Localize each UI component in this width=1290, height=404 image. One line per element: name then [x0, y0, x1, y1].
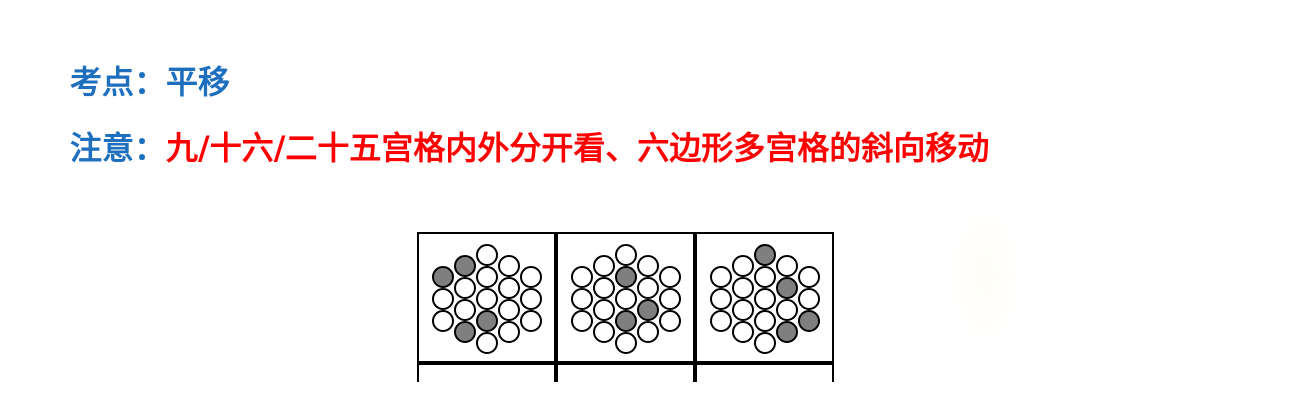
shaded-circle: [776, 321, 798, 343]
hex-cluster-2: [571, 244, 681, 354]
empty-circle: [732, 321, 754, 343]
empty-circle: [498, 277, 520, 299]
empty-circle: [732, 255, 754, 277]
shaded-circle: [776, 277, 798, 299]
empty-circle: [637, 255, 659, 277]
empty-circle: [498, 299, 520, 321]
empty-circle: [659, 266, 681, 288]
hex-cluster-1: [432, 244, 542, 354]
shaded-circle: [454, 321, 476, 343]
empty-circle: [798, 266, 820, 288]
empty-circle: [476, 332, 498, 354]
empty-circle: [520, 310, 542, 332]
puzzle-panel-4: [417, 363, 556, 382]
note-label: 注意：: [70, 129, 167, 167]
empty-circle: [476, 266, 498, 288]
empty-circle: [593, 277, 615, 299]
empty-circle: [615, 244, 637, 266]
shaded-circle: [432, 266, 454, 288]
empty-circle: [520, 288, 542, 310]
empty-circle: [615, 332, 637, 354]
empty-circle: [754, 332, 776, 354]
topic-label: 考点：: [70, 63, 167, 101]
faint-smudge: [950, 210, 1020, 340]
note-value: 九/十六/二十五宫格内外分开看、六边形多宫格的斜向移动: [166, 129, 990, 167]
puzzle-panel-3: [695, 232, 834, 363]
shaded-circle: [754, 244, 776, 266]
empty-circle: [754, 310, 776, 332]
empty-circle: [710, 266, 732, 288]
empty-circle: [776, 299, 798, 321]
shaded-circle: [615, 266, 637, 288]
empty-circle: [776, 255, 798, 277]
note-line: 注意：九/十六/二十五宫格内外分开看、六边形多宫格的斜向移动: [70, 128, 989, 168]
puzzle-panel-5: [556, 363, 695, 382]
empty-circle: [498, 321, 520, 343]
empty-circle: [754, 266, 776, 288]
empty-circle: [659, 288, 681, 310]
empty-circle: [476, 244, 498, 266]
puzzle-panel-2: [556, 232, 695, 363]
empty-circle: [498, 255, 520, 277]
empty-circle: [571, 266, 593, 288]
empty-circle: [593, 321, 615, 343]
empty-circle: [798, 288, 820, 310]
empty-circle: [637, 321, 659, 343]
empty-circle: [732, 277, 754, 299]
empty-circle: [615, 288, 637, 310]
topic-line: 考点：平移: [70, 62, 230, 102]
hex-cluster-3: [710, 244, 820, 354]
shaded-circle: [476, 310, 498, 332]
empty-circle: [454, 299, 476, 321]
empty-circle: [454, 277, 476, 299]
empty-circle: [593, 255, 615, 277]
shaded-circle: [615, 310, 637, 332]
empty-circle: [571, 288, 593, 310]
empty-circle: [432, 310, 454, 332]
puzzle-figure: [417, 232, 839, 382]
puzzle-panel-6: [695, 363, 834, 382]
empty-circle: [432, 288, 454, 310]
puzzle-panel-1: [417, 232, 556, 363]
empty-circle: [732, 299, 754, 321]
empty-circle: [710, 310, 732, 332]
empty-circle: [754, 288, 776, 310]
empty-circle: [637, 277, 659, 299]
shaded-circle: [637, 299, 659, 321]
shaded-circle: [798, 310, 820, 332]
shaded-circle: [454, 255, 476, 277]
topic-value: 平移: [166, 63, 231, 101]
empty-circle: [710, 288, 732, 310]
empty-circle: [593, 299, 615, 321]
empty-circle: [571, 310, 593, 332]
empty-circle: [476, 288, 498, 310]
empty-circle: [659, 310, 681, 332]
empty-circle: [520, 266, 542, 288]
